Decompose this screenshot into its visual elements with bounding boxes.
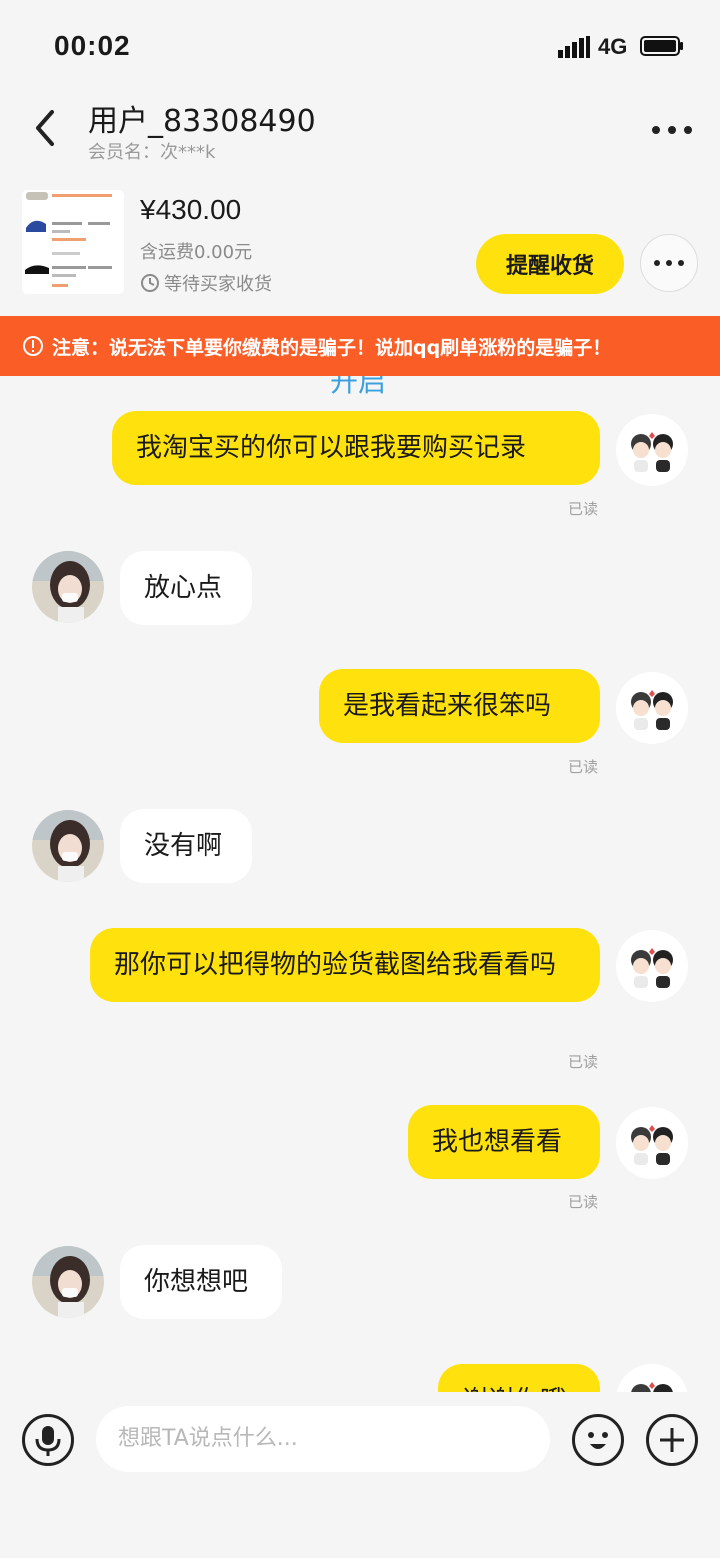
read-receipt: 已读 [567,758,598,776]
warning-text: 注意：说无法下单要你缴费的是骗子！说加qq刷单涨粉的是骗子！ [52,336,612,359]
my-message-bubble[interactable]: 那你可以把得物的验货截图给我看看吗 [90,928,600,1002]
warning-icon [23,336,43,356]
message-input[interactable]: 想跟TA说点什么... [96,1406,550,1472]
my-message-bubble[interactable]: 我淘宝买的你可以跟我要购买记录 [112,411,600,485]
my-avatar[interactable] [616,930,688,1002]
network-type: 4G [598,34,628,59]
smiley-icon [588,1432,608,1449]
my-avatar[interactable] [616,1107,688,1179]
contact-avatar[interactable] [32,551,104,623]
order-status: 等待买家收货 [140,270,272,296]
order-status-text: 等待买家收货 [164,274,272,295]
read-receipt: 已读 [567,1053,598,1071]
read-receipt: 已读 [567,500,598,518]
more-options-button[interactable] [646,1414,698,1466]
message-list[interactable]: 开启 我淘宝买的你可以跟我要购买记录 已读 放心点 是我看起来很笨吗 已读 没有… [0,376,720,1392]
order-card: ¥430.00 含运费0.00元 等待买家收货 提醒收货 [0,186,720,306]
ellipsis-icon [654,260,684,266]
status-time: 00:02 [54,30,131,61]
contact-name: 用户_83308490 [88,104,316,139]
contact-message-bubble[interactable]: 没有啊 [120,809,252,883]
back-icon[interactable] [28,108,64,148]
my-avatar[interactable] [616,1364,688,1392]
contact-avatar[interactable] [32,1246,104,1318]
my-message-bubble[interactable]: 我也想看看 [408,1105,600,1179]
partial-message-text: 开启 [330,376,387,398]
order-more-button[interactable] [640,234,698,292]
remind-receipt-button[interactable]: 提醒收货 [476,234,624,294]
input-bar: 想跟TA说点什么... [0,1392,720,1558]
more-icon[interactable] [650,110,694,150]
shipping-fee: 含运费0.00元 [140,242,253,263]
order-thumbnail[interactable] [22,190,124,294]
my-avatar[interactable] [616,414,688,486]
emoji-button[interactable] [572,1414,624,1466]
contact-message-bubble[interactable]: 你想想吧 [120,1245,282,1319]
my-message-bubble[interactable]: 谢谢你哦 [438,1364,600,1392]
voice-button[interactable] [22,1414,74,1466]
scam-warning-banner: 注意：说无法下单要你缴费的是骗子！说加qq刷单涨粉的是骗子！ [0,316,720,376]
my-avatar[interactable] [616,672,688,744]
contact-message-bubble[interactable]: 放心点 [120,551,252,625]
order-price: ¥430.00 [140,194,242,225]
battery-icon [640,36,683,56]
status-bar: 00:02 4G [0,0,720,90]
clock-icon [141,274,159,292]
read-receipt: 已读 [567,1193,598,1211]
product-thumbnail-image [22,190,124,294]
plus-icon [660,1428,684,1452]
contact-avatar[interactable] [32,810,104,882]
chat-header: 用户_83308490 会员名：次***k [0,90,720,180]
signal-icon [558,36,590,58]
member-name: 会员名：次***k [88,142,216,163]
my-message-bubble[interactable]: 是我看起来很笨吗 [319,669,600,743]
microphone-icon [35,1426,61,1456]
